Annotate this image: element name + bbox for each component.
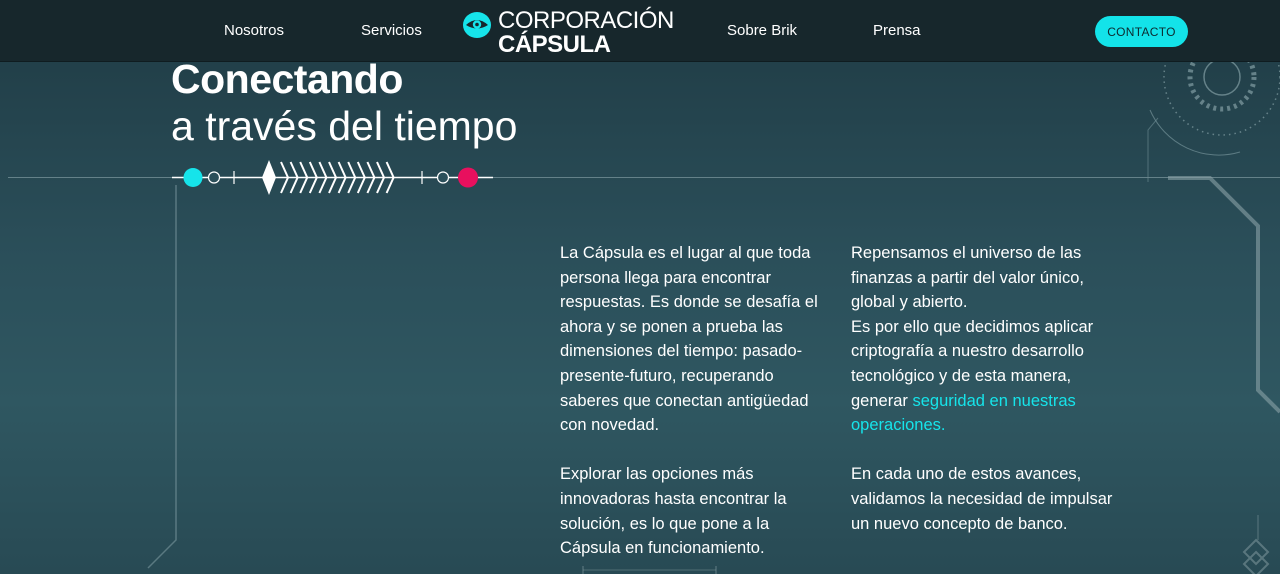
paragraph: En cada uno de estos avances, validamos …: [851, 465, 1113, 533]
timeline-chevron: [347, 161, 357, 194]
logo[interactable]: CORPORACIÓN CÁPSULA: [462, 7, 677, 58]
timeline-chevron: [337, 161, 347, 194]
timeline-chevron: [308, 161, 318, 194]
right-thin-line: [1147, 117, 1159, 182]
contact-button[interactable]: CONTACTO: [1095, 16, 1188, 47]
nav-item-prensa[interactable]: Prensa: [873, 22, 921, 39]
timeline-chevron: [385, 161, 395, 194]
text-column-right: Repensamos el universo de las finanzas a…: [851, 241, 1116, 561]
bottom-right-diamonds: [1242, 515, 1270, 574]
paragraph: Repensamos el universo de las finanzas a…: [851, 241, 1116, 438]
timeline-pink-dot: [458, 167, 478, 188]
nav-item-nosotros[interactable]: Nosotros: [224, 22, 284, 39]
timeline-cyan-dot: [183, 168, 203, 187]
logo-text-line2: CÁPSULA: [498, 31, 611, 58]
paragraph: Explorar las opciones más innovadoras ha…: [560, 465, 787, 558]
paragraph: La Cápsula es el lugar al que toda perso…: [560, 244, 818, 435]
timeline-chevron: [376, 161, 386, 194]
timeline-chevron: [280, 161, 290, 194]
right-circuit-line: [1168, 176, 1280, 414]
nav-item-sobre-brik[interactable]: Sobre Brik: [727, 22, 797, 39]
hero-subtitle: a través del tiempo: [171, 103, 518, 149]
timeline-chevron: [356, 161, 366, 194]
timeline-chevron: [299, 161, 309, 194]
eye-icon: [463, 12, 491, 38]
left-circuit-line: [147, 185, 177, 569]
timeline-ornament: [172, 160, 493, 195]
timeline-chevron: [318, 161, 328, 194]
timeline-chevron: [366, 161, 376, 194]
top-navigation: Nosotros Servicios CORPORACIÓN CÁPSULA S…: [0, 0, 1280, 62]
hero-title: Conectando: [171, 56, 403, 102]
timeline-chevron: [289, 161, 299, 194]
paragraph-line: Repensamos el universo de las finanzas a…: [851, 244, 1084, 312]
logo-text-line1: CORPORACIÓN: [498, 7, 674, 34]
text-column-left: La Cápsula es el lugar al que toda perso…: [560, 241, 830, 574]
nav-item-servicios[interactable]: Servicios: [361, 22, 422, 39]
timeline-chevron: [328, 161, 338, 194]
